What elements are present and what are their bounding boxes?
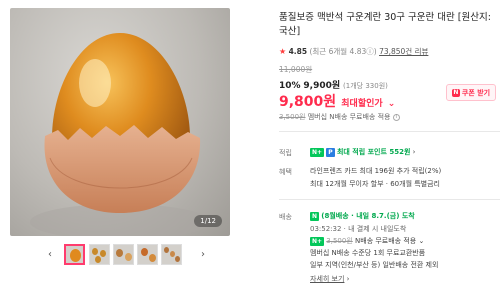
max-discount-label: 최대할인가 — [341, 99, 383, 109]
star-icon: ★ — [279, 47, 287, 56]
divider — [279, 199, 500, 200]
recent-rating-close: ) — [373, 47, 377, 56]
shipping-summary-text: 멤버십 N배송 무료배송 적용 — [307, 113, 391, 121]
coupon-button[interactable]: N 쿠폰 받기 — [446, 84, 496, 101]
card-benefit-line1[interactable]: 라인프렌즈 카드 최대 196원 추가 적립(2%) — [310, 166, 441, 176]
order-deadline: 03:52:32 · 내 결제 시 내일도착 — [310, 225, 407, 233]
benefit-label: 혜택 — [279, 168, 292, 176]
chevron-down-icon[interactable]: ⌄ — [418, 237, 424, 245]
product-title: 품질보증 맥반석 구운계란 30구 구운란 대란 [원산지:국산] — [279, 12, 491, 37]
chevron-right-icon: › — [412, 148, 416, 156]
thumbnail-1[interactable] — [64, 244, 85, 265]
membership-return-text: 멤버십 N배송 수준당 1회 무료교환반품 — [310, 249, 426, 257]
rating-row: ★ 4.85 (최근 6개월 4.83ⓘ) 73,850건 리뷰 — [279, 46, 428, 57]
delivery-fee-text: N배송 무료배송 적용 — [355, 237, 417, 245]
card-benefit-line2[interactable]: 최대 12개월 무이자 할부 · 60개월 특별금리 — [310, 179, 440, 189]
info-icon[interactable]: i — [392, 113, 400, 121]
chevron-down-icon[interactable]: ⌄ — [388, 99, 396, 109]
shipping-fee-struck: 3,500원 — [279, 113, 306, 121]
max-points-text: 최대 적립 포인트 552원 — [336, 148, 411, 156]
review-count-link[interactable]: 73,850건 리뷰 — [379, 47, 428, 56]
image-counter: 1/12 — [194, 215, 222, 227]
recent-rating: (최근 6개월 4.83 — [309, 47, 367, 56]
nplus-badge: N+ — [310, 236, 325, 246]
unit-price: (1개당 330원) — [343, 82, 388, 90]
next-thumbnail-arrow[interactable]: › — [201, 249, 205, 260]
points-row[interactable]: N+ P 최대 적립 포인트 552원 › — [310, 147, 415, 157]
delivery-fee-struck: 3,500원 — [326, 237, 353, 245]
return-exception-text: 일부 지역(인천/부산 등) 일반배송 전환 제외 — [310, 261, 439, 269]
max-discount-price: 9,800원 — [279, 94, 337, 110]
thumbnail-strip: ‹ › — [10, 243, 230, 269]
points-label: 적립 — [279, 149, 292, 157]
info-icon[interactable]: ⓘ — [366, 47, 374, 56]
naver-delivery-badge: N — [310, 211, 320, 221]
product-main-image[interactable]: 1/12 — [10, 8, 230, 236]
coupon-label: 쿠폰 받기 — [461, 88, 491, 97]
delivery-label: 배송 — [279, 213, 292, 221]
naver-n-icon: N — [451, 88, 460, 97]
original-price: 11,000원 — [279, 65, 313, 74]
discount-price: 9,900원 — [303, 81, 341, 91]
nplus-badge: N+ — [310, 147, 325, 157]
point-p-badge: P — [326, 147, 335, 157]
prev-thumbnail-arrow[interactable]: ‹ — [48, 249, 52, 260]
rating-score: 4.85 — [288, 47, 308, 56]
shipping-summary: 3,500원 멤버십 N배송 무료배송 적용 i — [279, 112, 400, 122]
discount-percent: 10% — [279, 81, 301, 91]
discount-price-row: 10% 9,900원 (1개당 330원) — [279, 78, 388, 91]
chevron-right-icon: › — [346, 275, 350, 283]
detail-link-label: 자세히 보기 — [310, 275, 345, 283]
thumbnail-3[interactable] — [113, 244, 134, 265]
max-discount-price-row[interactable]: 9,800원 최대할인가 ⌄ — [279, 91, 395, 111]
arrival-date: (8월배송 · 내일 8.7.(금) 도착 — [321, 212, 415, 220]
divider — [279, 131, 500, 132]
thumbnail-4[interactable] — [137, 244, 158, 265]
thumbnail-5[interactable] — [161, 244, 182, 265]
detail-link[interactable]: 자세히 보기 › — [310, 274, 349, 284]
arrival-row: N (8월배송 · 내일 8.7.(금) 도착 — [310, 211, 415, 221]
thumbnail-2[interactable] — [89, 244, 110, 265]
delivery-fee-row[interactable]: N+ 3,500원 N배송 무료배송 적용 ⌄ — [310, 236, 424, 246]
